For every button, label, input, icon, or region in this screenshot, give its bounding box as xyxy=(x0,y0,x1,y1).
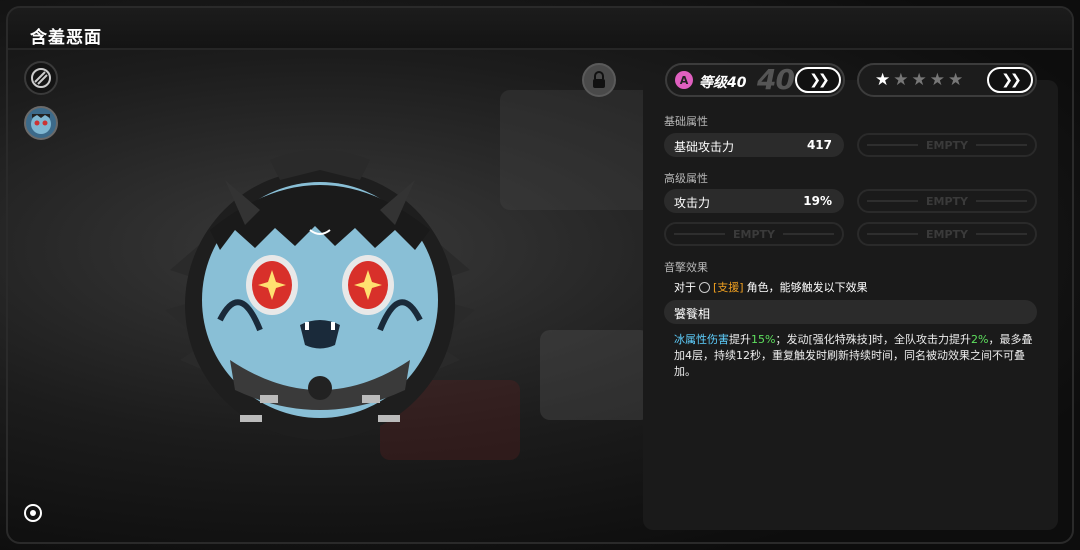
title-bar: 含羞恶面 xyxy=(8,8,1072,50)
base-stats-label: 基础属性 xyxy=(664,115,708,128)
effect-label: 音擎效果 xyxy=(664,261,708,274)
stat-row: 基础攻击力 417 xyxy=(664,133,844,157)
effect-description: 冰属性伤害提升15%；发动[强化特殊技]时，全队攻击力提升2%，最多叠加4层，持… xyxy=(674,332,1034,380)
bangboo-avatar-glyph xyxy=(31,114,51,134)
info-icon xyxy=(24,504,42,522)
desc-part: 2% xyxy=(971,333,989,346)
w-engine-icon[interactable] xyxy=(24,61,58,95)
effect-prefix: 对于 xyxy=(674,281,696,294)
refine-button[interactable]: ❯❯ xyxy=(987,67,1033,93)
level-label: 等级40 xyxy=(699,75,747,91)
star-icon: ★ xyxy=(875,70,891,90)
star-icon: ★ xyxy=(948,70,964,90)
refine-bar: ★ ★ ★ ★ ★ ❯❯ xyxy=(857,63,1037,97)
empty-label: EMPTY xyxy=(926,138,968,152)
empty-stat-slot: EMPTY xyxy=(857,189,1037,213)
desc-part: 提升 xyxy=(729,333,751,346)
star-icon: ★ xyxy=(929,70,945,90)
lock-button[interactable] xyxy=(582,63,616,97)
page-title: 含羞恶面 xyxy=(30,28,102,48)
stat-row: 攻击力 19% xyxy=(664,189,844,213)
star-icon: ★ xyxy=(911,70,927,90)
star-icon: ★ xyxy=(893,70,909,90)
effect-tag: [支援] xyxy=(713,281,744,294)
bangboo-avatar-icon[interactable] xyxy=(24,106,58,140)
info-button[interactable] xyxy=(22,502,44,524)
rank-icon: A xyxy=(675,71,693,89)
empty-stat-slot: EMPTY xyxy=(857,133,1037,157)
lock-icon xyxy=(593,71,605,88)
effect-condition: 对于 [支援] 角色，能够触发以下效果 xyxy=(674,279,868,295)
w-engine-glyph xyxy=(31,68,51,88)
stat-value: 19% xyxy=(803,194,832,208)
effect-suffix: 角色，能够触发以下效果 xyxy=(746,281,868,294)
support-icon xyxy=(699,281,710,293)
stat-value: 417 xyxy=(806,138,832,152)
stat-name: 攻击力 xyxy=(674,196,711,210)
bangboo-illustration xyxy=(165,150,475,440)
effect-name: 饕餮相 xyxy=(674,307,711,321)
desc-part: 冰属性伤害 xyxy=(674,333,729,346)
empty-label: EMPTY xyxy=(926,227,968,241)
empty-label: EMPTY xyxy=(733,227,775,241)
empty-label: EMPTY xyxy=(926,194,968,208)
effect-name-bar: 饕餮相 xyxy=(664,300,1037,324)
level-up-button[interactable]: ❯❯ xyxy=(795,67,841,93)
level-bar: A 等级40 40 ❯❯ xyxy=(665,63,845,97)
empty-stat-slot: EMPTY xyxy=(664,222,844,246)
star-rating: ★ ★ ★ ★ ★ xyxy=(875,70,963,90)
advanced-stats-label: 高级属性 xyxy=(664,172,708,185)
desc-part: ；发动[强化特殊技]时，全队攻击力提升 xyxy=(775,333,972,346)
level-number-watermark: 40 xyxy=(757,63,795,96)
stat-name: 基础攻击力 xyxy=(674,140,735,154)
desc-part: 15% xyxy=(751,333,776,346)
empty-stat-slot: EMPTY xyxy=(857,222,1037,246)
